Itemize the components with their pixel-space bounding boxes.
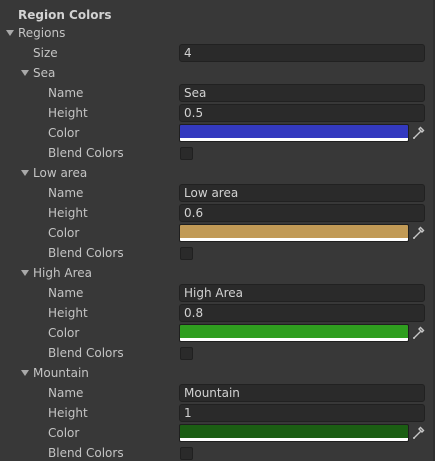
region-blend-row: Blend Colors xyxy=(0,443,435,461)
color-swatch xyxy=(180,325,408,338)
region-foldout[interactable]: High Area xyxy=(0,263,435,283)
region-name-row: Name Sea xyxy=(0,83,435,103)
region-title: Mountain xyxy=(33,366,89,380)
name-field[interactable]: High Area xyxy=(179,284,425,302)
height-label: Height xyxy=(48,106,88,120)
eyedropper-icon[interactable] xyxy=(411,225,425,241)
region-blend-row: Blend Colors xyxy=(0,143,435,163)
height-field[interactable]: 0.5 xyxy=(179,104,425,122)
section-header: Region Colors xyxy=(18,8,112,22)
chevron-down-icon[interactable] xyxy=(21,370,29,376)
color-field[interactable] xyxy=(179,424,409,442)
eyedropper-icon[interactable] xyxy=(411,425,425,441)
color-swatch xyxy=(180,125,408,138)
chevron-down-icon[interactable] xyxy=(21,170,29,176)
blend-checkbox[interactable] xyxy=(180,447,193,460)
regions-label: Regions xyxy=(18,26,66,40)
region-color-row: Color xyxy=(0,123,435,143)
blend-label: Blend Colors xyxy=(48,246,124,260)
inspector-panel: Region Colors Regions Size 4 Sea Name Se… xyxy=(0,0,435,461)
region-height-row: Height 0.5 xyxy=(0,103,435,123)
name-field[interactable]: Sea xyxy=(179,84,425,102)
color-field[interactable] xyxy=(179,324,409,342)
region-color-row: Color xyxy=(0,423,435,443)
height-label: Height xyxy=(48,206,88,220)
region-color-row: Color xyxy=(0,323,435,343)
region-title: High Area xyxy=(33,266,93,280)
region-name-row: Name Mountain xyxy=(0,383,435,403)
region-height-row: Height 0.8 xyxy=(0,303,435,323)
chevron-down-icon[interactable] xyxy=(21,70,29,76)
height-field[interactable]: 0.6 xyxy=(179,204,425,222)
region-foldout[interactable]: Mountain xyxy=(0,363,435,383)
name-label: Name xyxy=(48,386,84,400)
region-name-row: Name Low area xyxy=(0,183,435,203)
eyedropper-icon[interactable] xyxy=(411,325,425,341)
color-field[interactable] xyxy=(179,224,409,242)
region-blend-row: Blend Colors xyxy=(0,343,435,363)
size-row: Size 4 xyxy=(0,43,435,63)
height-field[interactable]: 1 xyxy=(179,404,425,422)
region-title: Low area xyxy=(33,166,88,180)
eyedropper-icon[interactable] xyxy=(411,125,425,141)
height-field[interactable]: 0.8 xyxy=(179,304,425,322)
name-field[interactable]: Low area xyxy=(179,184,425,202)
blend-checkbox[interactable] xyxy=(180,247,193,260)
alpha-bar xyxy=(180,138,408,141)
region-color-row: Color xyxy=(0,223,435,243)
region-title: Sea xyxy=(33,66,56,80)
name-label: Name xyxy=(48,186,84,200)
chevron-down-icon[interactable] xyxy=(6,30,14,36)
color-label: Color xyxy=(48,426,80,440)
color-swatch xyxy=(180,425,408,438)
alpha-bar xyxy=(180,238,408,241)
size-field[interactable]: 4 xyxy=(179,44,425,62)
name-label: Name xyxy=(48,286,84,300)
color-label: Color xyxy=(48,126,80,140)
blend-label: Blend Colors xyxy=(48,446,124,460)
size-label: Size xyxy=(33,46,58,60)
region-blend-row: Blend Colors xyxy=(0,243,435,263)
regions-foldout[interactable]: Regions xyxy=(0,23,435,43)
color-label: Color xyxy=(48,326,80,340)
region-foldout[interactable]: Sea xyxy=(0,63,435,83)
name-label: Name xyxy=(48,86,84,100)
height-label: Height xyxy=(48,406,88,420)
name-field[interactable]: Mountain xyxy=(179,384,425,402)
blend-label: Blend Colors xyxy=(48,146,124,160)
alpha-bar xyxy=(180,338,408,341)
height-label: Height xyxy=(48,306,88,320)
blend-label: Blend Colors xyxy=(48,346,124,360)
region-height-row: Height 1 xyxy=(0,403,435,423)
color-field[interactable] xyxy=(179,124,409,142)
region-name-row: Name High Area xyxy=(0,283,435,303)
blend-checkbox[interactable] xyxy=(180,347,193,360)
color-swatch xyxy=(180,225,408,238)
blend-checkbox[interactable] xyxy=(180,147,193,160)
region-foldout[interactable]: Low area xyxy=(0,163,435,183)
alpha-bar xyxy=(180,438,408,441)
color-label: Color xyxy=(48,226,80,240)
chevron-down-icon[interactable] xyxy=(21,270,29,276)
region-height-row: Height 0.6 xyxy=(0,203,435,223)
